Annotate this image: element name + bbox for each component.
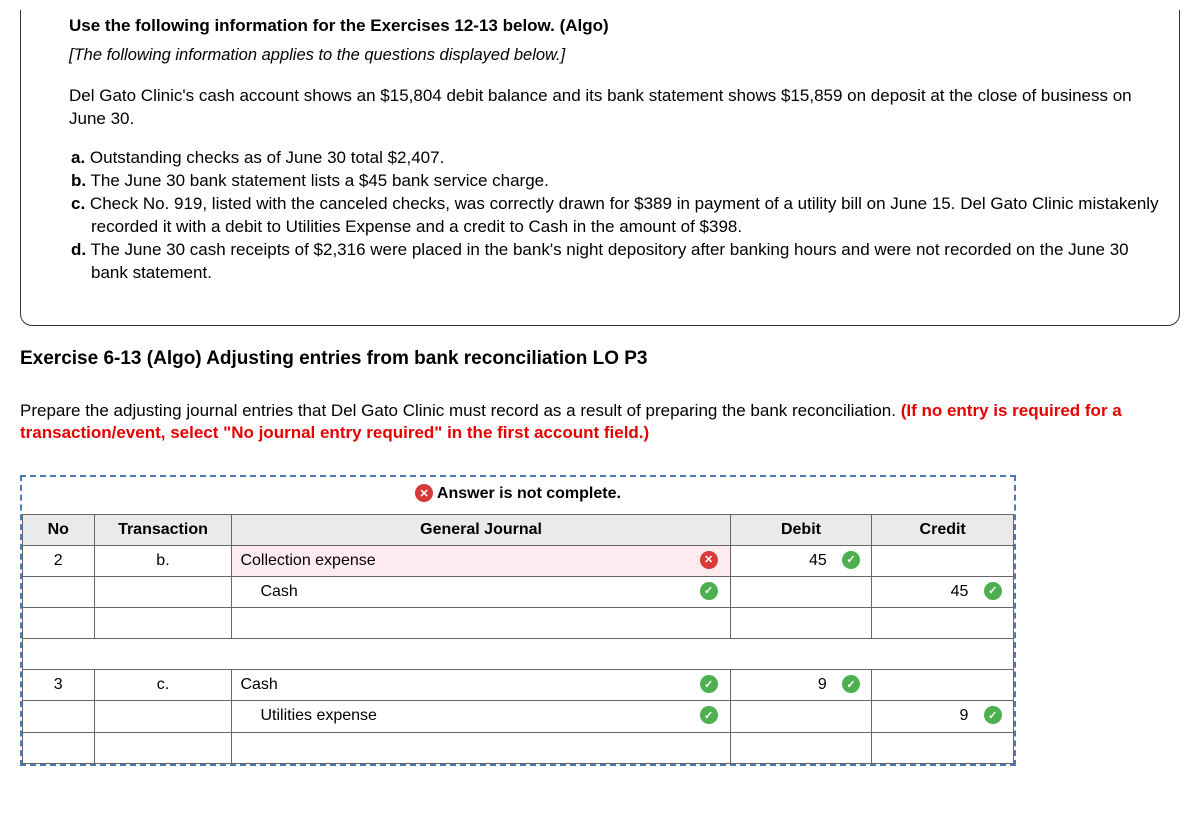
table-header-row: No Transaction General Journal Debit Cre… xyxy=(23,514,1014,545)
cell-debit[interactable] xyxy=(730,608,831,639)
info-box: Use the following information for the Ex… xyxy=(20,10,1180,326)
cell-account[interactable]: Collection expense xyxy=(232,545,688,576)
cell-transaction: b. xyxy=(94,545,232,576)
info-item-b: b. The June 30 bank statement lists a $4… xyxy=(71,170,1169,193)
answer-banner: Answer is not complete. xyxy=(22,477,1014,513)
info-item-c: c. Check No. 919, listed with the cancel… xyxy=(71,193,1169,239)
info-item-a: a. Outstanding checks as of June 30 tota… xyxy=(71,147,1169,170)
x-icon xyxy=(415,484,433,502)
header-debit: Debit xyxy=(730,514,872,545)
cell-debit[interactable]: 9 xyxy=(730,670,831,701)
cell-no: 3 xyxy=(23,670,95,701)
info-paragraph: Del Gato Clinic's cash account shows an … xyxy=(69,85,1169,131)
table-row xyxy=(23,608,1014,639)
table-row: 2 b. Collection expense 45 xyxy=(23,545,1014,576)
cell-debit-status xyxy=(831,545,872,576)
cell-transaction: c. xyxy=(94,670,232,701)
cell-account[interactable] xyxy=(232,608,688,639)
cell-debit[interactable] xyxy=(730,732,831,763)
cell-account[interactable]: Cash xyxy=(232,576,688,607)
table-row: Cash 45 xyxy=(23,576,1014,607)
check-icon xyxy=(984,582,1002,600)
check-icon xyxy=(842,675,860,693)
cell-account-status xyxy=(688,701,731,732)
header-transaction: Transaction xyxy=(94,514,232,545)
table-row: 3 c. Cash 9 xyxy=(23,670,1014,701)
exercise-instruction: Prepare the adjusting journal entries th… xyxy=(20,400,1180,446)
cell-credit[interactable]: 45 xyxy=(872,576,973,607)
cell-account[interactable]: Utilities expense xyxy=(232,701,688,732)
info-item-d: d. The June 30 cash receipts of $2,316 w… xyxy=(71,239,1169,285)
exercise-title: Exercise 6-13 (Algo) Adjusting entries f… xyxy=(20,348,1180,370)
cell-credit[interactable] xyxy=(872,608,973,639)
table-row: Utilities expense 9 xyxy=(23,701,1014,732)
cell-credit[interactable] xyxy=(872,545,973,576)
instruction-text: Prepare the adjusting journal entries th… xyxy=(20,401,901,420)
info-list: a. Outstanding checks as of June 30 tota… xyxy=(69,147,1169,285)
cell-account-status xyxy=(688,545,731,576)
cell-no: 2 xyxy=(23,545,95,576)
cell-debit[interactable] xyxy=(730,576,831,607)
header-no: No xyxy=(23,514,95,545)
cell-credit[interactable] xyxy=(872,732,973,763)
cell-credit-status xyxy=(972,576,1013,607)
check-icon xyxy=(700,582,718,600)
journal-table: No Transaction General Journal Debit Cre… xyxy=(22,514,1014,764)
cell-account[interactable]: Cash xyxy=(232,670,688,701)
header-credit: Credit xyxy=(872,514,1014,545)
check-icon xyxy=(700,675,718,693)
cell-credit[interactable] xyxy=(872,670,973,701)
cell-debit-status xyxy=(831,670,872,701)
cell-account-status xyxy=(688,670,731,701)
cell-debit[interactable]: 45 xyxy=(730,545,831,576)
cell-account-status xyxy=(688,576,731,607)
cell-debit[interactable] xyxy=(730,701,831,732)
cell-account[interactable] xyxy=(232,732,688,763)
x-icon xyxy=(700,551,718,569)
answer-area: Answer is not complete. No Transaction G… xyxy=(20,475,1016,765)
check-icon xyxy=(700,706,718,724)
check-icon xyxy=(984,706,1002,724)
header-journal: General Journal xyxy=(232,514,730,545)
check-icon xyxy=(842,551,860,569)
info-title: Use the following information for the Ex… xyxy=(69,16,1169,36)
info-subtitle: [The following information applies to th… xyxy=(69,46,1169,65)
cell-credit-status xyxy=(972,545,1013,576)
answer-banner-text: Answer is not complete. xyxy=(437,486,621,503)
cell-credit-status xyxy=(972,701,1013,732)
cell-credit[interactable]: 9 xyxy=(872,701,973,732)
table-row xyxy=(23,732,1014,763)
table-gap xyxy=(23,639,1014,670)
